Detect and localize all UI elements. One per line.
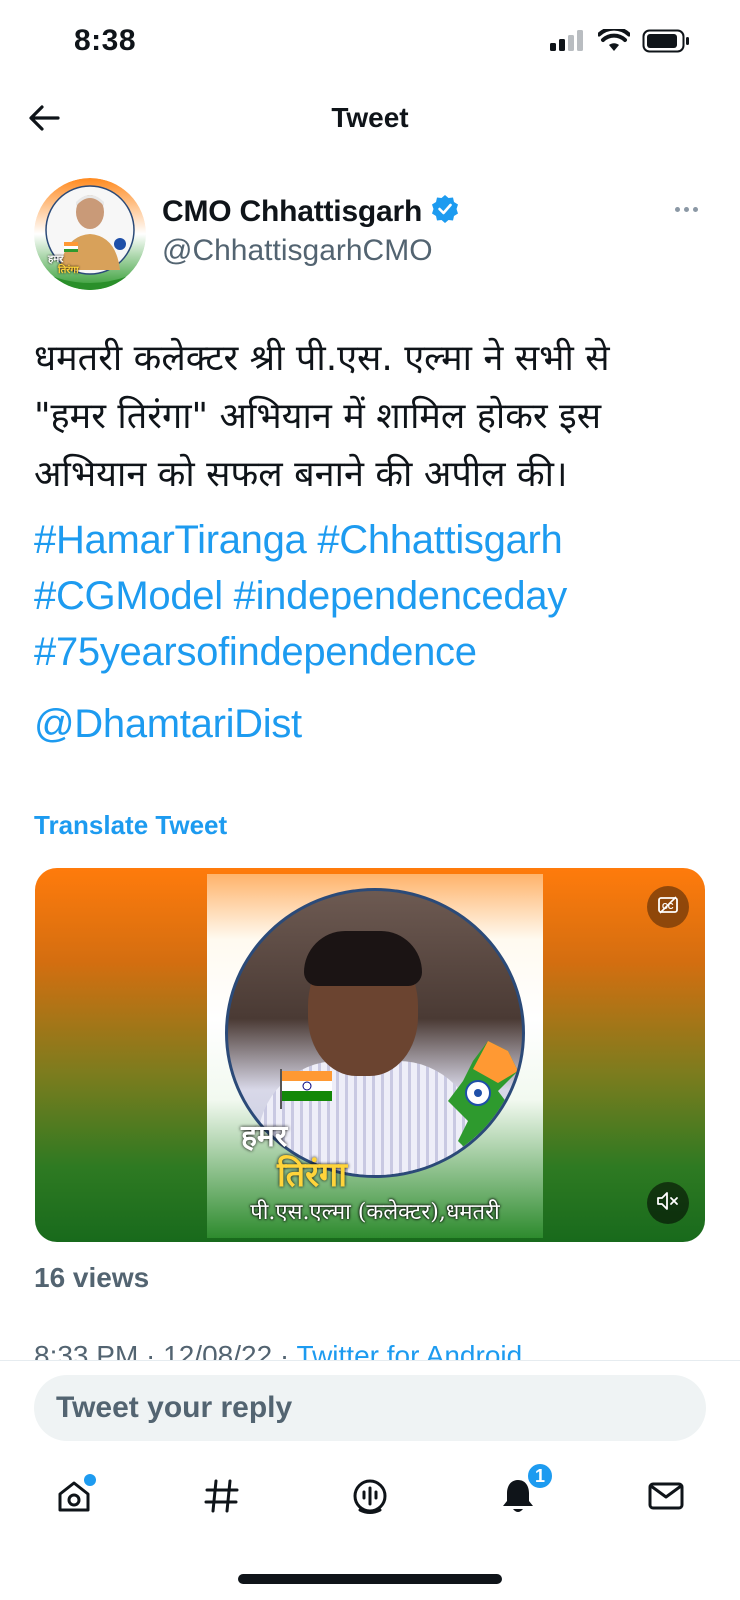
muted-speaker-icon	[656, 1190, 680, 1217]
explore-hashtag-icon	[202, 1476, 242, 1521]
hashtags: #HamarTiranga #Chhattisgarh #CGModel #in…	[34, 512, 714, 680]
author-handle[interactable]: @ChhattisgarhCMO	[162, 234, 433, 268]
bottom-tab-bar: 1	[0, 1462, 740, 1538]
video-frame: हमर तिरंगा पी.एस.एल्मा (कलेक्टर),धमतरी	[207, 874, 543, 1238]
tweet-text-line: अभियान को सफल बनाने की अपील की।	[34, 454, 568, 495]
hashtag-link[interactable]: #Chhattisgarh	[317, 518, 562, 562]
mention-link[interactable]: @DhamtariDist	[34, 696, 302, 752]
author-name[interactable]: CMO Chhattisgarh	[162, 195, 422, 229]
tweet-text: धमतरी कलेक्टर श्री पी.एस. एल्मा ने सभी स…	[34, 330, 714, 504]
status-bar: 8:38	[0, 0, 740, 84]
tab-home[interactable]	[44, 1468, 104, 1528]
verified-badge-icon	[430, 194, 460, 229]
home-new-dot	[84, 1474, 96, 1486]
spaces-icon	[350, 1476, 390, 1521]
tweet-author: हमर तिरंगा CMO Chhattisgarh @Chhattisgar…	[34, 178, 706, 292]
avatar-text-line2: तिरंगा	[58, 265, 79, 276]
flag-icon	[280, 1069, 332, 1109]
wifi-icon	[597, 26, 631, 58]
messages-icon	[646, 1476, 686, 1521]
hashtag-link[interactable]: #independenceday	[234, 574, 568, 618]
closed-captions-icon: CC	[657, 894, 679, 921]
closed-captions-button[interactable]: CC	[647, 886, 689, 928]
hashtag-link[interactable]: #CGModel	[34, 574, 223, 618]
tab-notifications[interactable]: 1	[488, 1462, 554, 1528]
more-dot-icon	[692, 206, 698, 212]
notifications-badge: 1	[526, 1462, 554, 1490]
video-overlay-title: हमर	[241, 1119, 288, 1154]
tweet-video[interactable]: हमर तिरंगा पी.एस.एल्मा (कलेक्टर),धमतरी C…	[35, 868, 705, 1242]
tab-spaces[interactable]	[340, 1468, 400, 1528]
reply-input[interactable]: Tweet your reply	[34, 1375, 706, 1441]
tweet-text-line: धमतरी कलेक्टर श्री पी.एस. एल्मा ने सभी स…	[34, 338, 610, 379]
video-caption: पी.एस.एल्मा (कलेक्टर),धमतरी	[250, 1200, 500, 1225]
avatar-text-line1: हमर	[48, 254, 64, 265]
tab-messages[interactable]	[636, 1468, 696, 1528]
status-icons	[550, 26, 690, 59]
views-count: 16 views	[34, 1262, 150, 1293]
hashtag-link[interactable]: #75yearsofindependence	[34, 630, 477, 674]
battery-icon	[642, 28, 690, 59]
video-overlay-subtitle: तिरंगा	[277, 1155, 348, 1195]
nav-header: Tweet	[0, 84, 740, 154]
tweet-source-link[interactable]: Twitter for Android	[297, 1340, 523, 1360]
tweet-meta: 8:33 PM · 12/08/22 · Twitter for Android	[34, 1340, 522, 1360]
home-indicator	[238, 1574, 502, 1584]
state-map-icon	[448, 1041, 518, 1161]
translate-tweet-link[interactable]: Translate Tweet	[34, 810, 227, 841]
page-title: Tweet	[331, 102, 409, 133]
mute-button[interactable]	[647, 1182, 689, 1224]
hashtag-link[interactable]: #HamarTiranga	[34, 518, 307, 562]
tweet-timestamp: 8:33 PM · 12/08/22 ·	[34, 1340, 297, 1360]
tweet-text-line: "हमर तिरंगा" अभियान में शामिल होकर इस	[34, 396, 602, 437]
avatar[interactable]: हमर तिरंगा	[34, 178, 146, 290]
tab-explore[interactable]	[192, 1468, 252, 1528]
cellular-signal-icon	[550, 29, 586, 58]
status-time: 8:38	[74, 24, 137, 57]
author-name-row[interactable]: CMO Chhattisgarh	[162, 194, 460, 229]
more-dot-icon	[674, 206, 680, 212]
more-options-button[interactable]	[666, 194, 706, 224]
more-dot-icon	[683, 206, 689, 212]
